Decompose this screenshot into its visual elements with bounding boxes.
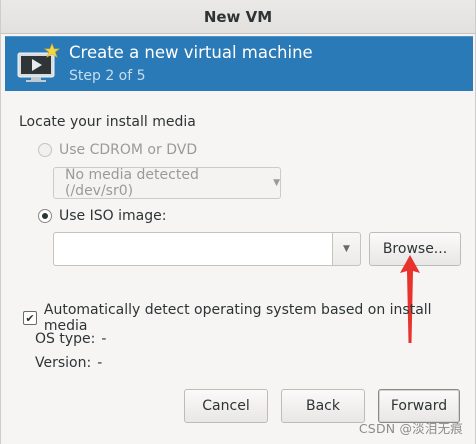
os-version-row: Version: - [35,355,102,371]
forward-button-label: Forward [390,398,448,414]
wizard-header: Create a new virtual machine Step 2 of 5 [5,36,473,91]
chevron-down-icon: ▼ [273,178,280,188]
iso-radio-option[interactable]: Use ISO image: [38,208,166,224]
auto-detect-checkbox[interactable]: ✔ [23,311,37,325]
cdrom-device-combo: No media detected (/dev/sr0) ▼ [53,167,281,199]
back-button[interactable]: Back [281,389,365,423]
wizard-heading: Create a new virtual machine [69,43,313,62]
os-version-value: - [97,355,103,371]
back-button-label: Back [306,398,340,414]
cdrom-radio-label: Use CDROM or DVD [59,142,198,158]
title-bar[interactable]: New VM [1,0,475,34]
cancel-button-label: Cancel [202,398,250,414]
cdrom-radio-option: Use CDROM or DVD [38,142,197,158]
chevron-down-icon: ▼ [343,244,350,254]
os-type-label: OS type: [35,331,96,347]
cdrom-combo-value: No media detected (/dev/sr0) [65,167,199,199]
iso-radio-label: Use ISO image: [59,208,167,224]
iso-radio[interactable] [38,209,52,223]
wizard-step: Step 2 of 5 [69,68,146,84]
install-media-label: Locate your install media [19,114,196,130]
auto-detect-label: Automatically detect operating system ba… [43,302,432,334]
cdrom-radio[interactable] [38,143,52,157]
os-version-label: Version: [35,355,92,371]
virtual-machine-icon [17,43,61,82]
window-title: New VM [203,7,273,26]
iso-path-input[interactable] [53,232,333,266]
os-type-value: - [101,331,107,347]
auto-detect-option[interactable]: ✔ Automatically detect operating system … [23,302,475,334]
watermark: CSDN @淡泪无痕 [358,421,463,436]
os-type-row: OS type: - [35,331,106,347]
new-vm-dialog: New VM Create a new virtual machine Step… [0,0,476,444]
iso-history-dropdown[interactable]: ▼ [332,232,361,266]
cancel-button[interactable]: Cancel [184,389,268,423]
